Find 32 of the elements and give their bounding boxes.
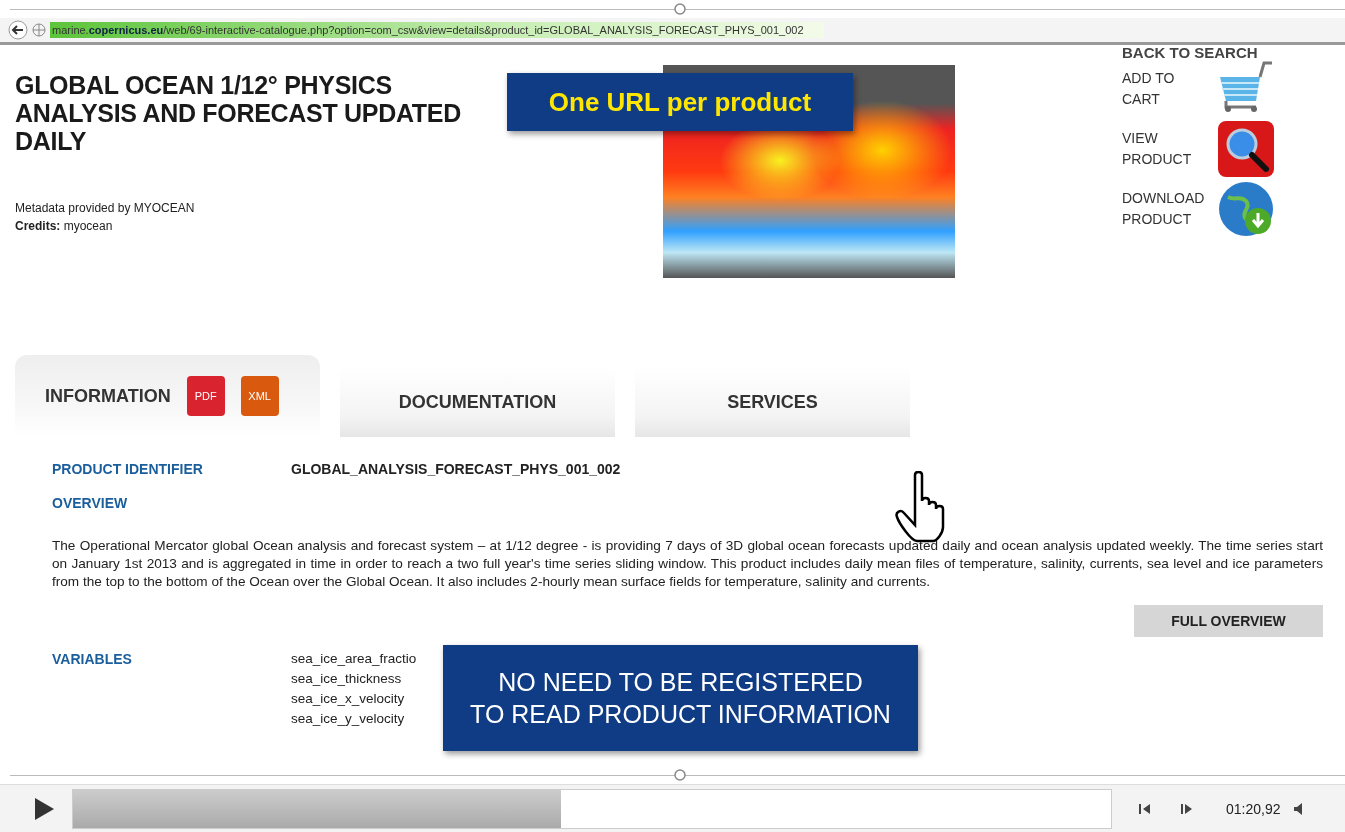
- step-back-icon[interactable]: [1138, 801, 1152, 816]
- product-title: GLOBAL OCEAN 1/12° PHYSICS ANALYSIS AND FORECAST UPDATED DAILY: [15, 71, 462, 155]
- variable-name: sea_ice_area_fractio: [291, 650, 417, 668]
- variable-name: sea_ice_thickness: [291, 670, 403, 688]
- caption-banner: One URL per product: [507, 73, 853, 131]
- play-icon[interactable]: [33, 796, 55, 821]
- variable-name: sea_ice_y_velocity: [291, 710, 406, 728]
- url-field[interactable]: marine.copernicus.eu/web/69-interactive-catalogue.php?option=com_csw&view=details&product_id=GLOBAL_ANALYSIS_FORECAST_PHYS_001_002: [50, 22, 824, 38]
- action-link[interactable]: VIEW PRODUCT: [1122, 128, 1214, 170]
- scrubber-handle-icon[interactable]: [674, 3, 686, 15]
- action-link[interactable]: DOWNLOAD PRODUCT: [1122, 188, 1214, 230]
- credits-text: Credits: myocean: [15, 218, 114, 235]
- globe-icon: [32, 23, 46, 37]
- overview-paragraph: The Operational Mercator global Ocean analysis and forecast system – at 1/12 degree - is providing 7 days of 3D global ocean forecasts updated daily and ocean analysis updated weekly. The time series start on January 1st 2013 and is aggregated in time in order to reach a two full year's time series sliding window. This product includes daily mean files of temperature, salinity, currents, sea level and ice parameters from the top to the bottom of the Ocean over the Global Ocean. It also includes 2-hourly mean surface fields for temperature, salinity and currents.: [52, 537, 1323, 591]
- step-forward-icon[interactable]: [1180, 801, 1194, 816]
- variable-name: sea_ice_x_velocity: [291, 690, 406, 708]
- magnifier-icon[interactable]: [1218, 119, 1274, 179]
- back-to-search-link[interactable]: BACK TO SEARCH: [1122, 47, 1345, 59]
- file-format-badge[interactable]: XML: [240, 376, 279, 416]
- metadata-text: Metadata provided by MYOCEAN: [15, 200, 196, 217]
- globe-download-icon[interactable]: [1218, 179, 1274, 239]
- caption-banner: NO NEED TO BE REGISTERED TO READ PRODUCT INFORMATION: [443, 645, 918, 751]
- time-display: 01:20,92: [1226, 800, 1281, 817]
- section-heading: VARIABLES: [52, 650, 133, 669]
- scrubber-handle-icon[interactable]: [674, 769, 686, 781]
- product-identifier-value: GLOBAL_ANALYSIS_FORECAST_PHYS_001_002: [291, 460, 621, 479]
- section-heading: OVERVIEW: [52, 494, 129, 513]
- action-link[interactable]: ADD TO CART: [1122, 68, 1214, 110]
- field-label: PRODUCT IDENTIFIER: [52, 460, 204, 479]
- file-format-badge[interactable]: PDF: [186, 376, 225, 416]
- full-overview-button[interactable]: FULL OVERVIEW: [1134, 605, 1323, 637]
- progress-track[interactable]: [72, 788, 1112, 829]
